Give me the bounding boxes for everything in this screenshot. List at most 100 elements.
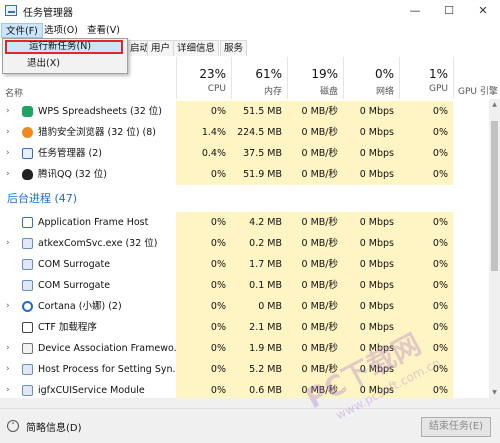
disk-cell: 0 MB/秒 (287, 233, 343, 254)
disk-cell: 0 MB/秒 (287, 296, 343, 317)
gpu-engine-cell (453, 275, 489, 296)
cpu-cell: 1.4% (176, 122, 231, 143)
menu-options[interactable]: 选项(O) (40, 23, 82, 38)
gpu-cell: 0% (399, 122, 453, 143)
network-cell: 0 Mbps (343, 233, 399, 254)
disk-cell: 0 MB/秒 (287, 122, 343, 143)
table-row[interactable]: › 猎豹安全浏览器 (32 位) (8) 1.4% 224.5 MB 0 MB/秒 0 M… (0, 122, 489, 143)
memory-cell: 0.6 MB (231, 380, 287, 398)
cpu-percent: 23% (199, 67, 226, 81)
gpu-cell: 0% (399, 164, 453, 185)
gpu-engine-cell (453, 212, 489, 233)
cpu-label: CPU (207, 84, 226, 94)
process-name: WPS Spreadsheets (32 位) (38, 106, 163, 117)
process-name: igfxCUIService Module (38, 385, 145, 396)
task-manager-icon (5, 5, 17, 16)
menu-item-exit[interactable]: 退出(X) (5, 57, 123, 71)
menu-file[interactable]: 文件(F) (1, 23, 43, 38)
table-row[interactable]: COM Surrogate 0% 0.1 MB 0 MB/秒 0 Mbps 0% (0, 275, 489, 296)
memory-cell: 51.5 MB (231, 101, 287, 122)
gpu-engine-cell (453, 164, 489, 185)
menu-view[interactable]: 查看(V) (83, 23, 124, 38)
scroll-thumb[interactable] (491, 121, 498, 271)
table-row[interactable]: Application Frame Host 0% 4.2 MB 0 MB/秒 0 Mb… (0, 212, 489, 233)
column-cpu[interactable]: 23% CPU (176, 57, 231, 99)
gpu-cell: 0% (399, 296, 453, 317)
close-button[interactable]: ✕ (466, 0, 500, 22)
memory-cell: 37.5 MB (231, 143, 287, 164)
cpu-cell: 0% (176, 296, 231, 317)
gpu-percent: 1% (428, 67, 448, 81)
memory-cell: 2.1 MB (231, 317, 287, 338)
disk-cell: 0 MB/秒 (287, 275, 343, 296)
network-cell: 0 Mbps (343, 122, 399, 143)
fewer-details-link[interactable]: 简略信息(D) (26, 419, 82, 434)
gpu-engine-cell (453, 338, 489, 359)
cpu-cell: 0% (176, 359, 231, 380)
network-percent: 0% (374, 67, 394, 81)
table-row[interactable]: › Cortana (小娜) (2) 0% 0 MB 0 MB/秒 0 Mbps 0% (0, 296, 489, 317)
table-row[interactable]: COM Surrogate 0% 1.7 MB 0 MB/秒 0 Mbps 0% (0, 254, 489, 275)
table-row[interactable]: › atkexComSvc.exe (32 位) 0% 0.2 MB 0 MB/秒 0 M… (0, 233, 489, 254)
memory-percent: 61% (255, 67, 282, 81)
tab-users[interactable]: 用户 (147, 40, 175, 56)
gpu-engine-cell (453, 317, 489, 338)
disk-cell: 0 MB/秒 (287, 254, 343, 275)
chevron-up-icon[interactable]: ˄ (7, 420, 19, 432)
vertical-scrollbar[interactable]: ▲ ▼ (489, 99, 500, 398)
gpu-cell: 0% (399, 143, 453, 164)
cpu-cell: 0% (176, 233, 231, 254)
tab-details[interactable]: 详细信息 (173, 40, 220, 56)
gpu-engine-cell (453, 254, 489, 275)
minimize-button[interactable]: — (398, 0, 432, 22)
column-memory[interactable]: 61% 内存 (231, 57, 287, 99)
window-title: 任务管理器 (23, 8, 73, 19)
horizontal-scrollbar[interactable] (0, 398, 500, 408)
column-gpu-engine[interactable]: GPU 引擎 (453, 57, 500, 99)
scroll-down-icon[interactable]: ▼ (489, 389, 500, 396)
table-row[interactable]: CTF 加载程序 0% 2.1 MB 0 MB/秒 0 Mbps 0% (0, 317, 489, 338)
disk-cell: 0 MB/秒 (287, 164, 343, 185)
column-network[interactable]: 0% 网络 (343, 57, 399, 99)
gpu-engine-cell (453, 359, 489, 380)
disk-cell: 0 MB/秒 (287, 338, 343, 359)
network-cell: 0 Mbps (343, 212, 399, 233)
tab-services[interactable]: 服务 (220, 40, 248, 56)
column-name[interactable]: 名称 (5, 86, 23, 99)
process-name: Cortana (小娜) (2) (38, 301, 122, 312)
table-row[interactable]: › 任务管理器 (2) 0.4% 37.5 MB 0 MB/秒 0 Mbps 0% (0, 143, 489, 164)
process-name: 任务管理器 (2) (38, 148, 102, 159)
maximize-button[interactable]: ☐ (432, 0, 466, 22)
scroll-up-icon[interactable]: ▲ (489, 101, 500, 108)
process-name: COM Surrogate (38, 280, 111, 291)
column-gpu[interactable]: 1% GPU (399, 57, 453, 99)
disk-percent: 19% (311, 67, 338, 81)
process-name: atkexComSvc.exe (32 位) (38, 238, 158, 249)
gpu-cell: 0% (399, 275, 453, 296)
table-row[interactable]: › igfxCUIService Module 0% 0.6 MB 0 MB/秒 0 Mb… (0, 380, 489, 398)
disk-cell: 0 MB/秒 (287, 212, 343, 233)
column-disk[interactable]: 19% 磁盘 (287, 57, 343, 99)
memory-cell: 1.9 MB (231, 338, 287, 359)
cpu-cell: 0% (176, 254, 231, 275)
menu-item-run-new-task[interactable]: 运行新任务(N) (5, 40, 123, 54)
network-cell: 0 Mbps (343, 254, 399, 275)
process-name: 猎豹安全浏览器 (32 位) (8) (38, 127, 157, 138)
disk-label: 磁盘 (319, 87, 338, 97)
gpu-cell: 0% (399, 254, 453, 275)
process-name: CTF 加载程序 (38, 322, 97, 333)
gpu-engine-label: GPU 引擎 (458, 87, 498, 97)
table-row[interactable]: › WPS Spreadsheets (32 位) 0% 51.5 MB 0 MB/秒 0… (0, 101, 489, 122)
cpu-cell: 0% (176, 338, 231, 359)
file-menu-dropdown: 运行新任务(N) 退出(X) (2, 38, 128, 74)
end-task-button[interactable]: 结束任务(E) (421, 417, 491, 437)
process-name: Host Process for Setting Syn... (38, 364, 176, 375)
memory-cell: 1.7 MB (231, 254, 287, 275)
cpu-cell: 0% (176, 212, 231, 233)
memory-cell: 0.2 MB (231, 233, 287, 254)
gpu-engine-cell (453, 233, 489, 254)
cpu-cell: 0% (176, 101, 231, 122)
process-name: COM Surrogate (38, 259, 111, 270)
table-row[interactable]: › 腾讯QQ (32 位) 0% 51.9 MB 0 MB/秒 0 Mbps 0% (0, 164, 489, 185)
disk-cell: 0 MB/秒 (287, 101, 343, 122)
